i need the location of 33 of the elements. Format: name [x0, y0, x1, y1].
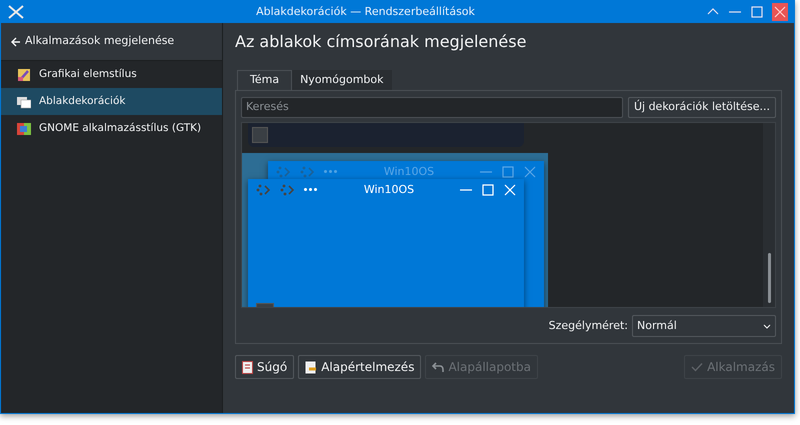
sidebar-header-title: Alkalmazások megjelenése: [25, 33, 174, 50]
undo-icon: [432, 362, 444, 372]
preview-title: Win10OS: [362, 182, 416, 198]
back-arrow-icon[interactable]: [11, 36, 21, 46]
window-title: Ablakdekorációk — Rendszerbeállítások: [255, 4, 476, 20]
sidebar-item[interactable]: Grafikai elemstílus: [1, 61, 222, 88]
menu-dots-icon[interactable]: [304, 188, 318, 192]
close-icon[interactable]: [772, 3, 788, 21]
decoration-preview[interactable]: Win10OS Win10OS: [242, 152, 548, 307]
get-new-decorations-button[interactable]: Új dekorációk letöltése...: [628, 97, 776, 118]
windows-icon: [17, 94, 31, 108]
border-size-label: Szegélyméret:: [548, 318, 628, 334]
preview-menu-button[interactable]: [252, 126, 268, 143]
search-field[interactable]: Keresés: [241, 97, 623, 118]
tab[interactable]: Nyomógombok: [292, 70, 392, 90]
help-book-icon: [242, 360, 253, 374]
help-button[interactable]: Súgó: [235, 355, 294, 379]
defaults-button[interactable]: Alapértelmezés: [298, 355, 422, 379]
maximize-icon[interactable]: [502, 166, 514, 178]
paint-brush-icon: [17, 68, 31, 82]
sidebar-item[interactable]: Ablakdekorációk: [1, 88, 222, 115]
gtk-icon: [17, 122, 31, 136]
decoration-icon[interactable]: [280, 182, 296, 197]
check-icon: [691, 362, 704, 372]
page-title: Az ablakok címsorának megjelenése: [235, 31, 528, 53]
preview-title: Win10OS: [382, 164, 436, 180]
sidebar-item[interactable]: GNOME alkalmazásstílus (GTK): [1, 115, 222, 142]
chevron-down-icon: [763, 324, 771, 328]
document-icon: [305, 360, 318, 374]
tools-icon: [7, 4, 25, 20]
tab[interactable]: Téma: [237, 70, 292, 90]
decoration-icon[interactable]: [256, 182, 272, 197]
border-size-dropdown[interactable]: Normál: [632, 315, 776, 337]
